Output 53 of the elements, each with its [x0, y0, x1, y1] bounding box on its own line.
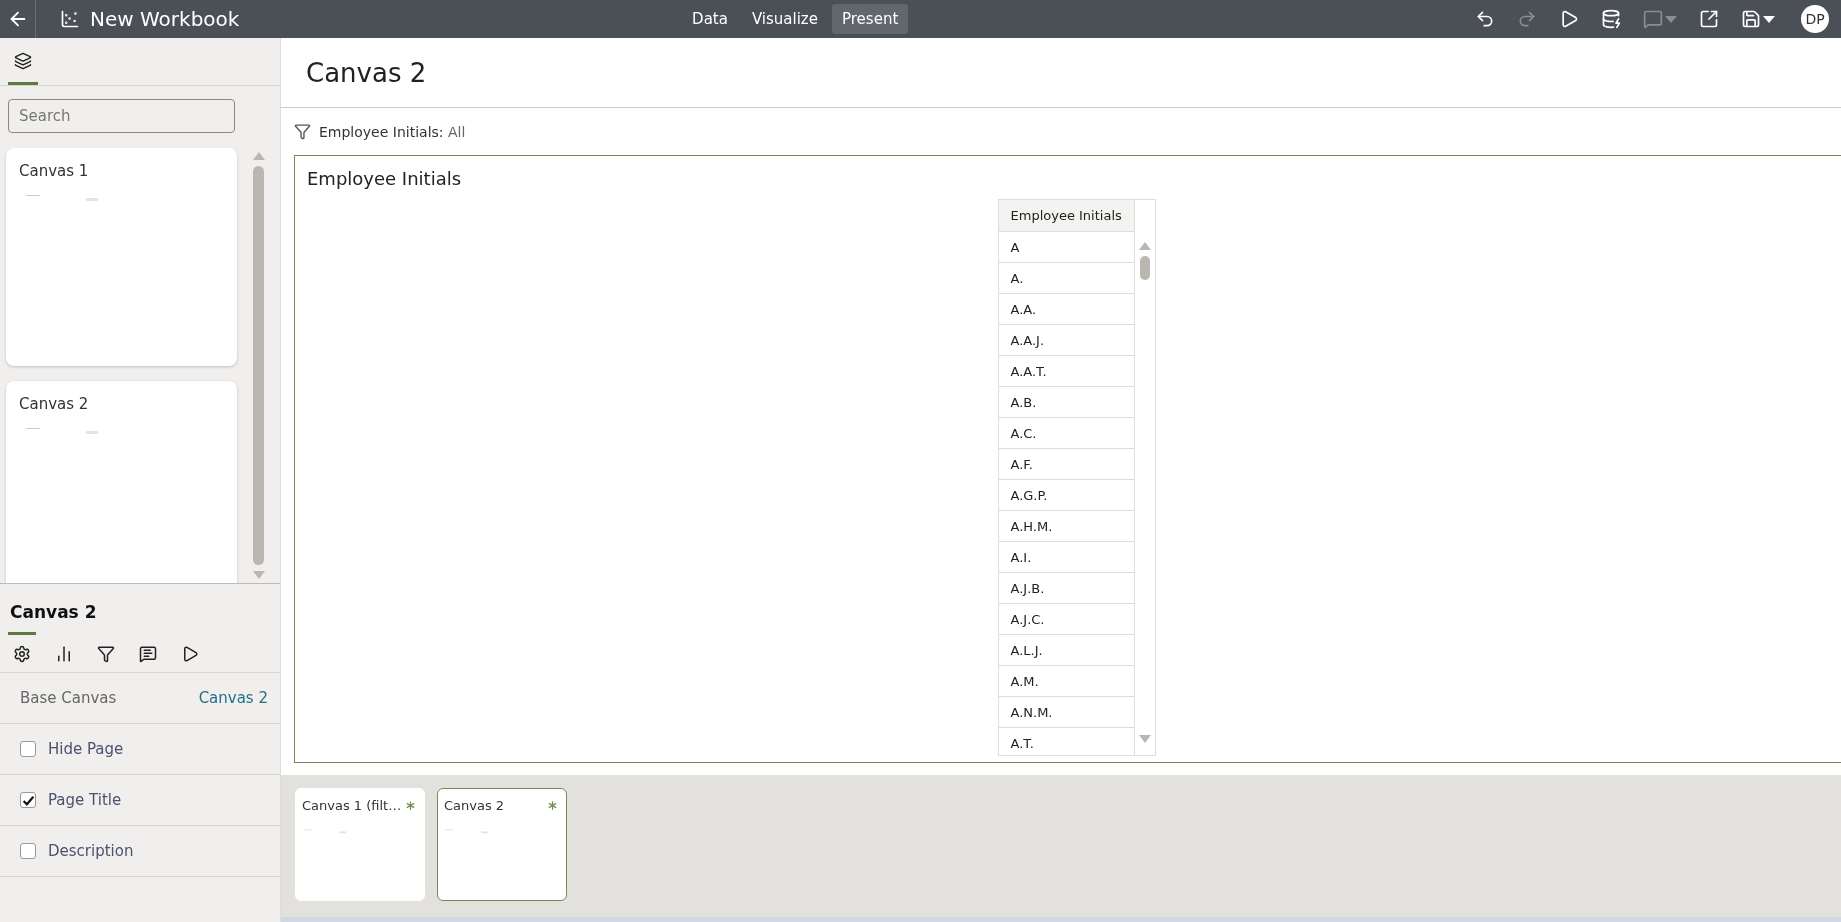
- table-cell: A.T.: [998, 728, 1135, 755]
- nav-tab[interactable]: Visualize: [741, 4, 828, 34]
- export-icon: [1699, 9, 1719, 29]
- option-checkbox[interactable]: Page Title: [20, 791, 122, 809]
- visualization-title: Employee Initials: [307, 168, 463, 189]
- workbook-title: New Workbook: [90, 7, 240, 31]
- play-icon: [1559, 9, 1579, 29]
- table-cell: A.A.T.: [998, 356, 1135, 387]
- table-cell: A.B.: [998, 387, 1135, 418]
- page-card[interactable]: Canvas 1 (filt…: [295, 788, 425, 901]
- page-card[interactable]: Canvas 2: [437, 788, 567, 901]
- filter-icon: [97, 645, 115, 663]
- notes-icon: [139, 645, 157, 663]
- settings-icon: [13, 645, 31, 663]
- nav-tab[interactable]: Present: [832, 4, 909, 34]
- user-avatar[interactable]: DP: [1801, 5, 1829, 33]
- canvas-card[interactable]: Canvas 1: [6, 148, 237, 366]
- table-cell: A.N.M.: [998, 697, 1135, 728]
- checkmark-icon: [21, 793, 35, 807]
- filter-icon: [294, 123, 311, 140]
- column-header[interactable]: Employee Initials: [998, 200, 1135, 232]
- table-cell: A.G.P.: [998, 480, 1135, 511]
- properties-title: Canvas 2: [9, 601, 98, 622]
- base-canvas-link[interactable]: Canvas 2: [198, 689, 268, 707]
- nav-tab[interactable]: Data: [682, 4, 738, 34]
- property-label: Base Canvas: [20, 689, 117, 707]
- option-checkbox[interactable]: Hide Page: [20, 740, 124, 758]
- bar-chart-icon: [55, 645, 73, 663]
- table-cell: A.M.: [998, 666, 1135, 697]
- table-cell: A: [998, 232, 1135, 263]
- table-cell: A.C.: [998, 418, 1135, 449]
- table-cell: A.H.M.: [998, 511, 1135, 542]
- canvas-title: Canvas 2: [306, 57, 427, 88]
- table-cell: A.L.J.: [998, 635, 1135, 666]
- save-icon: [1741, 9, 1761, 29]
- database-icon: [1601, 9, 1621, 29]
- comment-icon: [1643, 9, 1663, 29]
- table-cell: A.I.: [998, 542, 1135, 573]
- filter-text[interactable]: Employee Initials: All: [319, 123, 466, 140]
- table-cell: A.F.: [998, 449, 1135, 480]
- redo-icon: [1517, 9, 1537, 29]
- table-cell: A.: [998, 263, 1135, 294]
- play-icon: [181, 645, 199, 663]
- option-checkbox[interactable]: Description: [20, 842, 134, 860]
- table-cell: A.J.C.: [998, 604, 1135, 635]
- workbook-icon: [60, 9, 80, 29]
- table-cell: A.A.J.: [998, 325, 1135, 356]
- undo-icon: [1475, 9, 1495, 29]
- layers-icon: [14, 51, 32, 70]
- canvas-card[interactable]: Canvas 2: [6, 381, 237, 583]
- search-field[interactable]: Search: [8, 99, 235, 133]
- table-cell: A.A.: [998, 294, 1135, 325]
- table-cell: A.J.B.: [998, 573, 1135, 604]
